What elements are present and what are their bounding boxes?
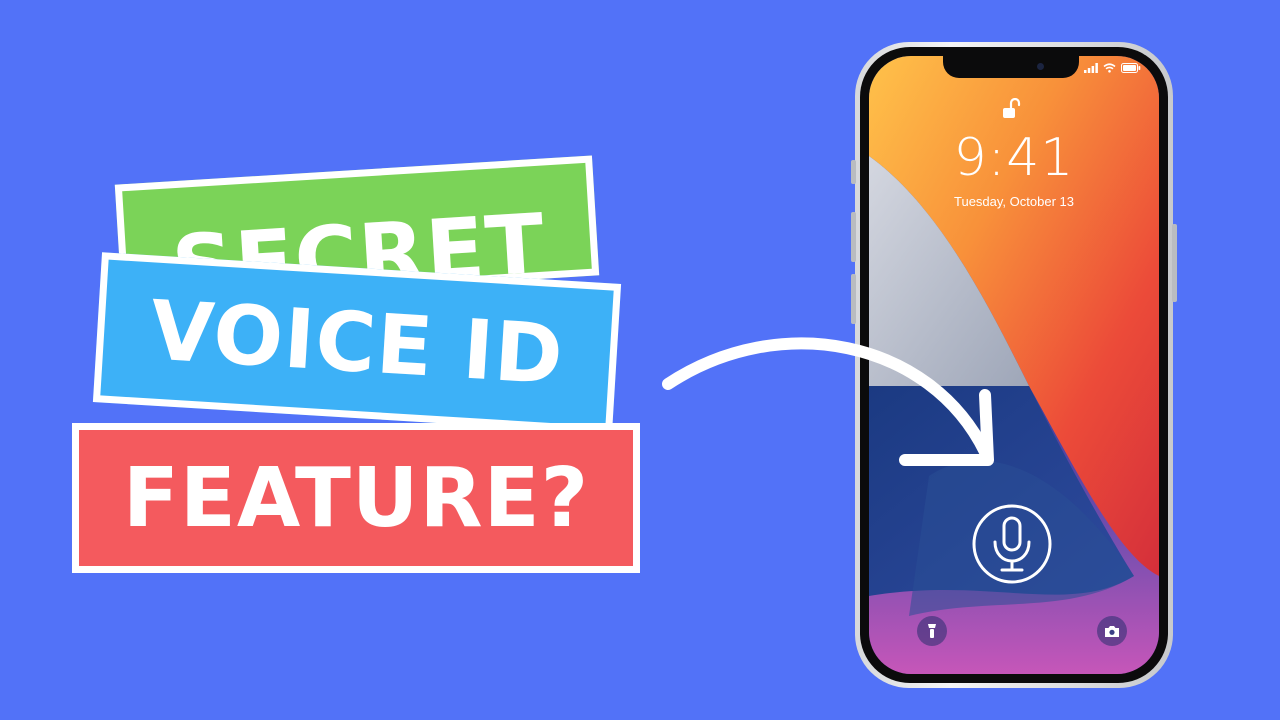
volume-down-button [851,274,856,324]
wifi-icon [1103,63,1116,73]
cellular-signal-icon [1084,63,1098,73]
camera-button[interactable] [1097,616,1127,646]
status-bar-icons [1084,63,1141,73]
front-camera [1037,63,1044,70]
volume-up-button [851,212,856,262]
feature-banner: FEATURE? [72,423,640,573]
voice-id-banner: VOICE ID [92,252,622,434]
lock-screen-time: 9:41 [953,128,1075,188]
microphone-icon[interactable] [970,502,1054,586]
phone-bezel: 9:41 Tuesday, October 13 [860,47,1168,683]
feature-text: FEATURE? [122,450,590,546]
unlocked-padlock-icon [1003,98,1021,118]
voice-id-text: VOICE ID [147,282,567,404]
mute-switch [851,160,856,184]
camera-icon [1105,625,1119,637]
flashlight-icon [928,624,936,638]
lock-screen: 9:41 Tuesday, October 13 [869,56,1159,674]
notch [943,56,1079,78]
lock-screen-date: Tuesday, October 13 [954,194,1074,209]
iphone-device: 9:41 Tuesday, October 13 [851,42,1177,688]
battery-icon [1121,63,1141,73]
flashlight-button[interactable] [917,616,947,646]
side-power-button [1172,224,1177,302]
